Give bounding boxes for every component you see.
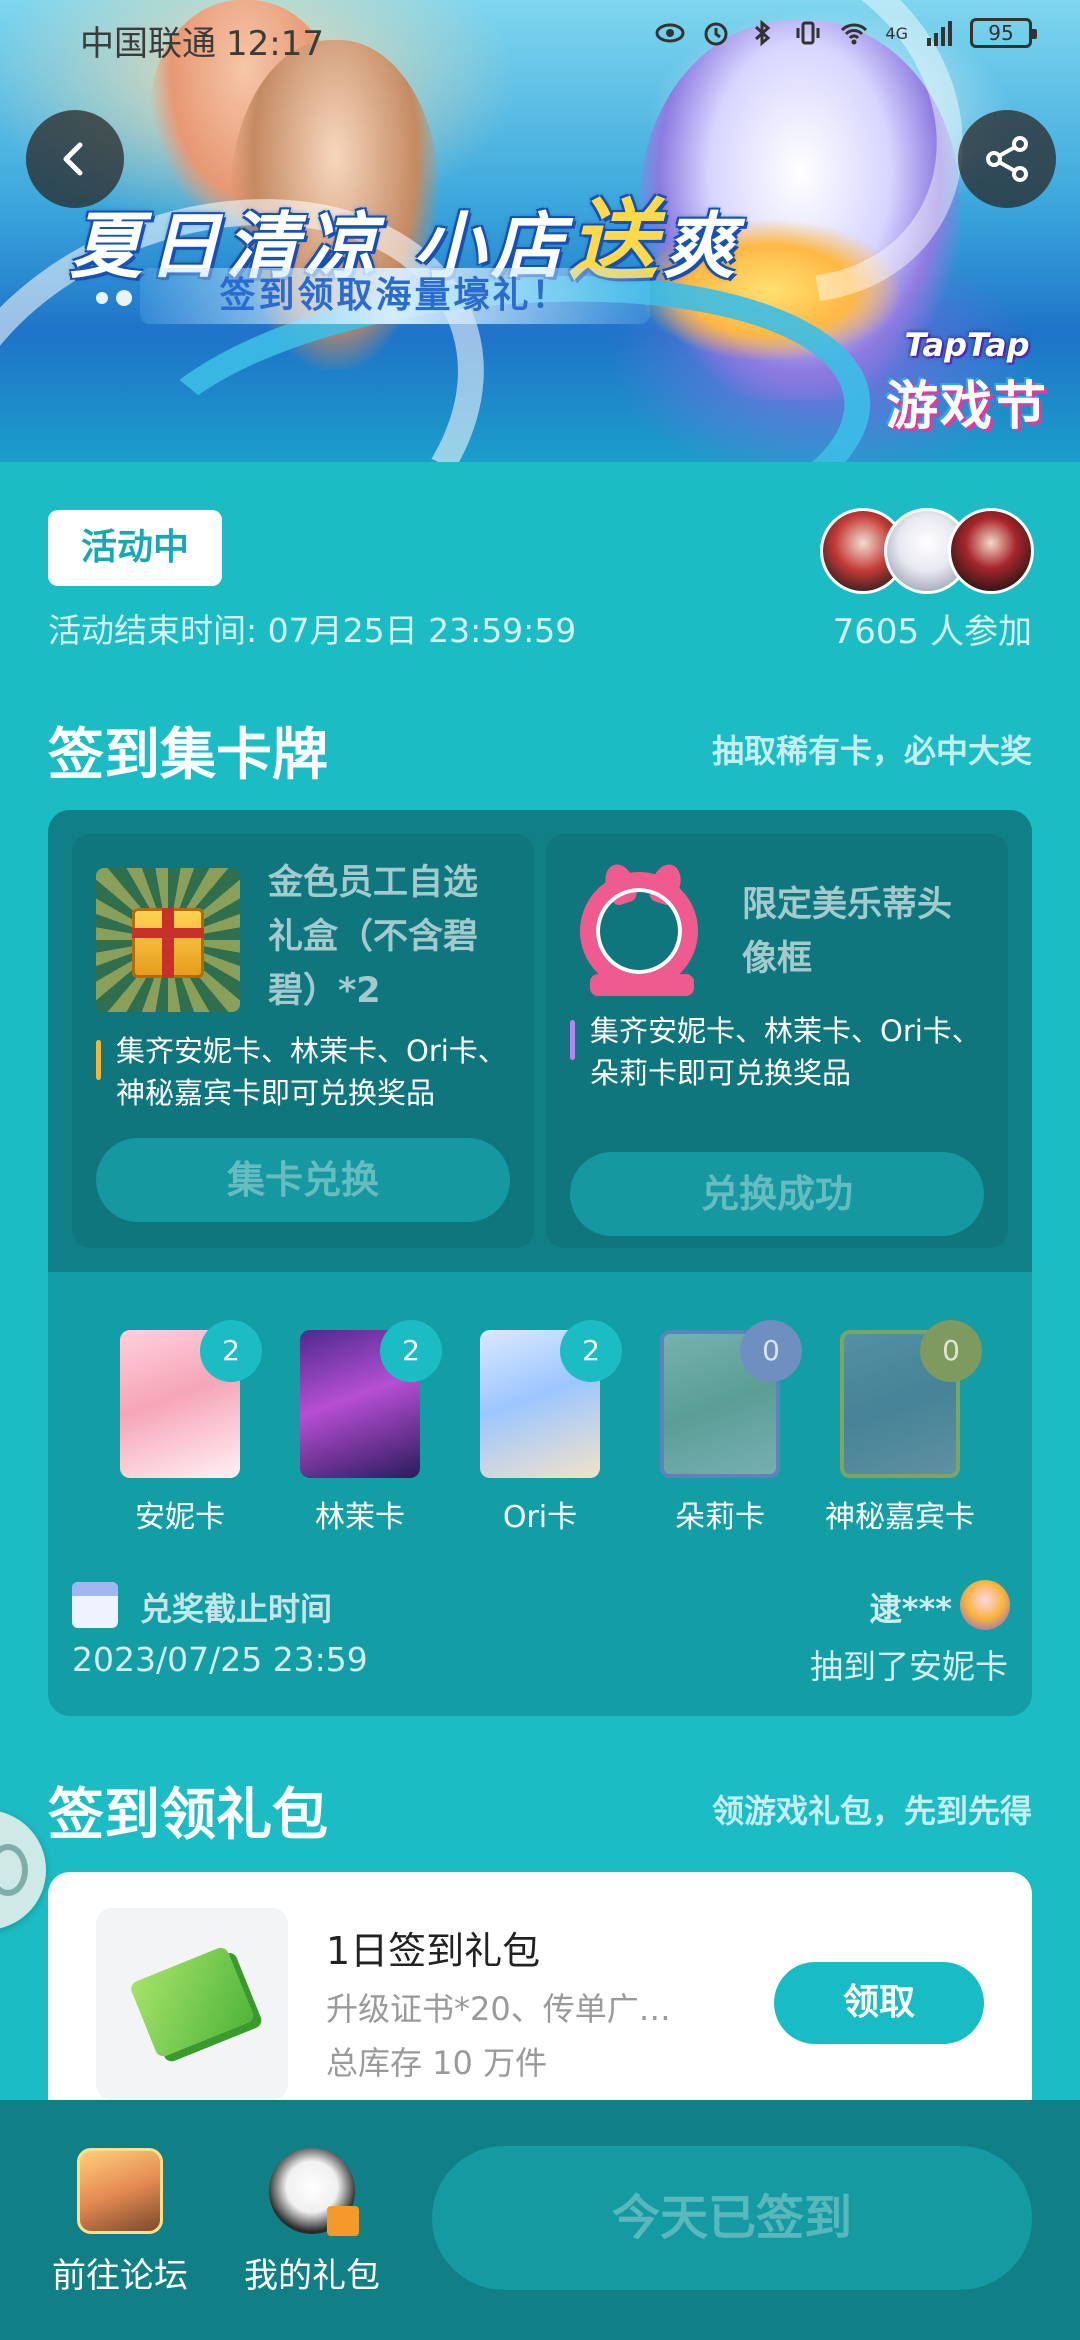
wifi-icon bbox=[841, 23, 868, 45]
card-count-badge: 2 bbox=[560, 1320, 622, 1382]
card-count-badge: 0 bbox=[740, 1320, 802, 1382]
battery-icon: 95 bbox=[970, 18, 1037, 48]
avatar-frame-image bbox=[570, 860, 714, 1012]
card-count-badge: 2 bbox=[200, 1320, 262, 1382]
card-label: 安妮卡 bbox=[135, 1500, 225, 1535]
section-tip-gift: 领游戏礼包，先到先得 bbox=[711, 1792, 1032, 1830]
reward-name: 限定美乐蒂头像框 bbox=[742, 885, 953, 979]
card-ori[interactable]: 2 Ori卡 bbox=[450, 1320, 630, 1536]
card-count-badge: 2 bbox=[380, 1320, 442, 1382]
signal-icon bbox=[927, 21, 952, 46]
my-gifts-button[interactable]: 我的礼包 bbox=[240, 2148, 384, 2297]
card-list: 2 安妮卡 2 林茉卡 2 Ori卡 0 朵莉卡 0 神秘嘉宾卡 bbox=[48, 1320, 1032, 1535]
banner-subtitle: 签到领取海量壕礼！ bbox=[140, 268, 650, 324]
card-label: 神秘嘉宾卡 bbox=[825, 1500, 975, 1535]
winner-name: 逮*** bbox=[869, 1590, 952, 1628]
deadline-label: 兑奖截止时间 bbox=[140, 1590, 333, 1628]
my-gifts-label: 我的礼包 bbox=[244, 2256, 380, 2296]
reward-card-avatar-frame: 限定美乐蒂头像框 集齐安妮卡、林茉卡、Ori卡、朵莉卡即可兑换奖品 兑换成功 bbox=[546, 834, 1008, 1248]
status-badge: 活动中 bbox=[48, 510, 222, 586]
winner-message: 抽到了安妮卡 bbox=[810, 1647, 1008, 1686]
chevron-left-icon bbox=[63, 142, 83, 176]
banner-decoration-dots bbox=[96, 290, 132, 306]
exchange-success-button[interactable]: 兑换成功 bbox=[570, 1152, 984, 1236]
bluetooth-icon bbox=[755, 19, 771, 47]
share-button[interactable] bbox=[958, 110, 1056, 208]
gift-pack-description: 升级证书*20、传单广… bbox=[326, 1990, 671, 2028]
section-title-collect: 签到集卡牌 bbox=[48, 723, 328, 788]
card-label: 林茉卡 bbox=[315, 1500, 405, 1535]
vibrate-icon bbox=[796, 21, 820, 45]
card-linmo[interactable]: 2 林茉卡 bbox=[270, 1320, 450, 1536]
section-title-gift: 签到领礼包 bbox=[48, 1783, 328, 1848]
card-duoli[interactable]: 0 朵莉卡 bbox=[630, 1320, 810, 1536]
card-collect-panel: 金色员工自选礼盒（不含碧碧）*2 集齐安妮卡、林茉卡、Ori卡、神秘嘉宾卡即可兑… bbox=[48, 810, 1032, 1716]
card-count-badge: 0 bbox=[920, 1320, 982, 1382]
winner-avatar bbox=[960, 1580, 1010, 1630]
forum-label: 前往论坛 bbox=[52, 2256, 188, 2296]
share-icon bbox=[986, 136, 1028, 182]
forum-icon bbox=[77, 2148, 163, 2234]
avatar bbox=[948, 508, 1034, 594]
gift-box-image bbox=[96, 868, 240, 1012]
activity-end-time: 活动结束时间: 07月25日 23:59:59 bbox=[48, 611, 577, 650]
bottom-bar: 前往论坛 我的礼包 今天已签到 bbox=[0, 2100, 1080, 2340]
carrier-name: 中国联通 bbox=[80, 24, 216, 64]
deadline-time: 2023/07/25 23:59 bbox=[72, 1640, 368, 1679]
eye-icon bbox=[655, 23, 685, 43]
reward-condition: 集齐安妮卡、林茉卡、Ori卡、神秘嘉宾卡即可兑换奖品 bbox=[96, 1030, 512, 1114]
go-to-forum-button[interactable]: 前往论坛 bbox=[48, 2148, 192, 2297]
gift-pack-title: 1日签到礼包 bbox=[326, 1929, 541, 1973]
alarm-icon bbox=[704, 22, 728, 46]
back-button[interactable] bbox=[26, 110, 124, 208]
card-label: Ori卡 bbox=[502, 1500, 578, 1535]
signed-today-button[interactable]: 今天已签到 bbox=[432, 2146, 1032, 2290]
card-annie[interactable]: 2 安妮卡 bbox=[90, 1320, 270, 1536]
exchange-button[interactable]: 集卡兑换 bbox=[96, 1138, 510, 1222]
reward-name: 金色员工自选礼盒（不含碧碧）*2 bbox=[268, 863, 479, 1011]
gift-pack-image bbox=[96, 1908, 288, 2100]
floating-assistant-icon[interactable] bbox=[0, 1810, 46, 1930]
penguin-gift-icon bbox=[269, 2148, 359, 2236]
reward-condition: 集齐安妮卡、林茉卡、Ori卡、朵莉卡即可兑换奖品 bbox=[570, 1010, 986, 1094]
gift-pack-stock: 总库存 10 万件 bbox=[326, 2044, 548, 2082]
participant-avatars[interactable] bbox=[820, 508, 1034, 594]
section-tip-collect: 抽取稀有卡，必中大奖 bbox=[711, 732, 1032, 770]
claim-button[interactable]: 领取 bbox=[774, 1962, 984, 2044]
calendar-icon bbox=[72, 1582, 118, 1628]
status-bar: 中国联通 12:17 4G 95 bbox=[0, 0, 1080, 76]
clock: 12:17 bbox=[226, 24, 324, 64]
taptap-festival-logo: TapTap 游戏节 bbox=[885, 326, 1048, 437]
gift-pack-card: 1日签到礼包 升级证书*20、传单广… 总库存 10 万件 领取 bbox=[48, 1872, 1032, 2108]
card-label: 朵莉卡 bbox=[675, 1500, 765, 1535]
participant-count: 7605 人参加 bbox=[832, 612, 1032, 652]
reward-card-gift-box: 金色员工自选礼盒（不含碧碧）*2 集齐安妮卡、林茉卡、Ori卡、神秘嘉宾卡即可兑… bbox=[72, 834, 534, 1248]
card-mystery-guest[interactable]: 0 神秘嘉宾卡 bbox=[810, 1320, 990, 1536]
network-type: 4G bbox=[885, 23, 908, 43]
